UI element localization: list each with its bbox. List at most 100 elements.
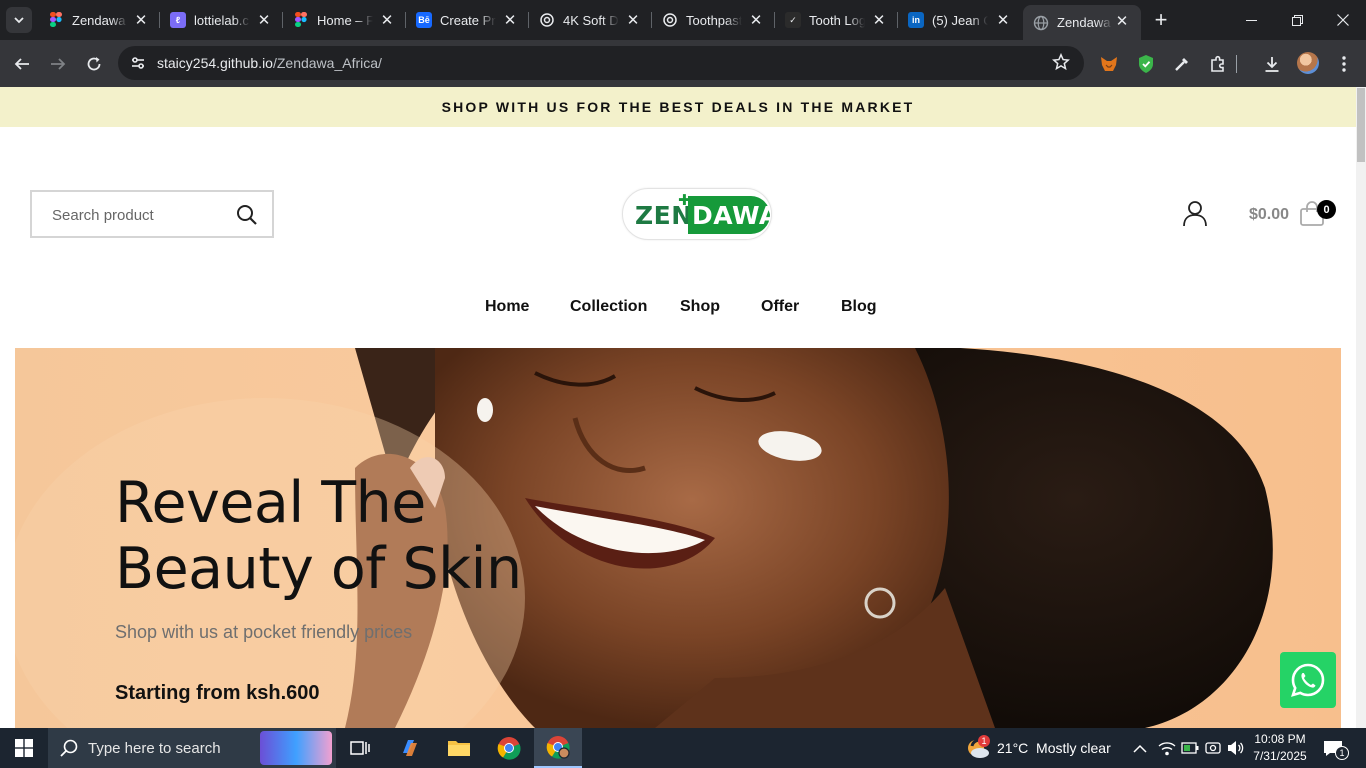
back-button[interactable] [8, 50, 36, 78]
chrome-icon [497, 737, 521, 760]
hero-title-line-2: Beauty of Skin [115, 536, 522, 602]
taskbar-search-text: Type here to search [88, 739, 221, 757]
tab-home-figma[interactable]: Home – F ✕ [283, 0, 406, 40]
tab-zendawa-active[interactable]: Zendawa ✕ [1023, 5, 1141, 40]
tab-title: 4K Soft D [563, 12, 619, 28]
chrome-button[interactable] [485, 728, 533, 768]
search-input[interactable] [52, 204, 232, 226]
meet-now-icon[interactable] [1205, 740, 1221, 761]
windows-taskbar: Type here to search 1 21°C Mostly clear … [0, 728, 1366, 768]
toolbar-divider [1236, 55, 1237, 73]
task-view-button[interactable] [336, 728, 384, 768]
lottielab-icon: ℓ [170, 12, 186, 28]
tab-title: Tooth Log [809, 12, 865, 28]
tab-chatgpt-2[interactable]: Toothpast ✕ [652, 0, 775, 40]
page-scrollbar[interactable] [1356, 87, 1366, 728]
minimize-icon [1245, 19, 1257, 21]
hero-banner: Reveal The Beauty of Skin Shop with us a… [15, 348, 1341, 728]
new-tab-button[interactable]: + [1150, 9, 1172, 31]
tab-strip: Zendawa ✕ ℓ lottielab.c ✕ Home – F ✕ Bē … [0, 0, 1366, 40]
account-user-icon[interactable] [1181, 199, 1209, 232]
restore-icon [1291, 14, 1303, 26]
tab-linkedin[interactable]: in (5) Jean C ✕ [898, 0, 1022, 40]
close-icon [1337, 14, 1349, 26]
scrollbar-thumb[interactable] [1357, 88, 1365, 162]
close-icon[interactable]: ✕ [378, 11, 396, 29]
taskbar-search[interactable]: Type here to search [48, 728, 336, 768]
nav-offer[interactable]: Offer [761, 298, 799, 316]
chevron-up-icon[interactable] [1133, 741, 1147, 759]
chrome-icon [546, 736, 570, 759]
address-bar[interactable]: staicy254.github.io/Zendawa_Africa/ [118, 46, 1084, 80]
close-icon[interactable]: ✕ [255, 11, 273, 29]
nav-collection[interactable]: Collection [570, 298, 647, 316]
hero-price: Starting from ksh.600 [115, 682, 320, 704]
tab-title: Zendawa [72, 12, 126, 28]
close-window-button[interactable] [1320, 0, 1366, 40]
url-path: /Zendawa_Africa/ [272, 55, 382, 71]
copilot-icon [403, 740, 417, 756]
close-icon[interactable]: ✕ [624, 11, 642, 29]
network-icon[interactable] [1158, 740, 1176, 761]
restore-button[interactable] [1274, 0, 1320, 40]
product-search [30, 190, 274, 238]
battery-icon[interactable] [1181, 741, 1199, 760]
shield-extension-icon[interactable] [1135, 53, 1157, 75]
whatsapp-button[interactable] [1280, 652, 1336, 708]
nav-home[interactable]: Home [485, 298, 529, 316]
reload-button[interactable] [80, 50, 108, 78]
tab-title: Create Pro [440, 12, 496, 28]
download-icon[interactable] [1261, 53, 1283, 75]
zendawa-logo[interactable]: ZEN ✚ DAWA [622, 188, 772, 240]
openai-icon [539, 12, 555, 28]
figma-icon [293, 12, 309, 28]
task-view-icon [350, 741, 370, 755]
search-icon [60, 739, 78, 757]
url-text[interactable]: staicy254.github.io/Zendawa_Africa/ [157, 55, 382, 71]
volume-icon[interactable] [1226, 740, 1244, 761]
close-icon[interactable]: ✕ [501, 11, 519, 29]
menu-kebab-icon[interactable] [1333, 53, 1355, 75]
nav-blog[interactable]: Blog [841, 298, 877, 316]
tab-title: Zendawa [1057, 15, 1111, 30]
site-info-icon[interactable] [130, 55, 146, 76]
web-page: SHOP WITH US FOR THE BEST DEALS IN THE M… [0, 87, 1356, 728]
close-icon[interactable]: ✕ [1113, 12, 1131, 30]
start-button[interactable] [0, 728, 48, 768]
weather-text[interactable]: 21°C Mostly clear [997, 740, 1111, 756]
url-host: staicy254.github.io [157, 55, 273, 71]
metamask-icon[interactable] [1098, 53, 1120, 75]
reload-icon [87, 57, 101, 71]
bookmark-star-icon[interactable] [1051, 52, 1071, 76]
eyedropper-icon[interactable] [1171, 53, 1193, 75]
whatsapp-icon [1291, 663, 1325, 697]
nav-shop[interactable]: Shop [680, 298, 720, 316]
puzzle-extensions-icon[interactable] [1207, 53, 1229, 75]
close-icon[interactable]: ✕ [747, 11, 765, 29]
close-icon[interactable]: ✕ [994, 11, 1012, 29]
main-navigation: Home Collection Shop Offer Blog [0, 298, 1356, 320]
tab-search-button[interactable] [6, 7, 32, 33]
tab-title: Home – F [317, 12, 373, 28]
chevron-down-icon [14, 17, 24, 24]
clock-date: 7/31/2025 [1253, 749, 1307, 763]
cart-total[interactable]: $0.00 [1249, 206, 1289, 224]
profile-avatar[interactable] [1297, 52, 1319, 74]
forward-button[interactable] [44, 50, 72, 78]
chrome-profile-button[interactable] [534, 728, 582, 768]
tab-zendawa-figma[interactable]: Zendawa ✕ [38, 0, 160, 40]
clock[interactable]: 10:08 PM 7/31/2025 [1250, 731, 1310, 765]
file-explorer-button[interactable] [435, 728, 483, 768]
copilot-button[interactable] [386, 728, 434, 768]
close-icon[interactable]: ✕ [870, 11, 888, 29]
minimize-button[interactable] [1228, 0, 1274, 40]
tab-behance[interactable]: Bē Create Pro ✕ [406, 0, 529, 40]
tab-lottielab[interactable]: ℓ lottielab.c ✕ [160, 0, 283, 40]
tab-title: Toothpast [686, 12, 742, 28]
close-icon[interactable]: ✕ [132, 11, 150, 29]
tab-chatgpt-1[interactable]: 4K Soft D ✕ [529, 0, 652, 40]
promo-banner: SHOP WITH US FOR THE BEST DEALS IN THE M… [0, 87, 1356, 127]
globe-icon [1033, 15, 1049, 31]
search-icon[interactable] [236, 204, 258, 231]
tab-tooth-logo[interactable]: ✓ Tooth Log ✕ [775, 0, 898, 40]
